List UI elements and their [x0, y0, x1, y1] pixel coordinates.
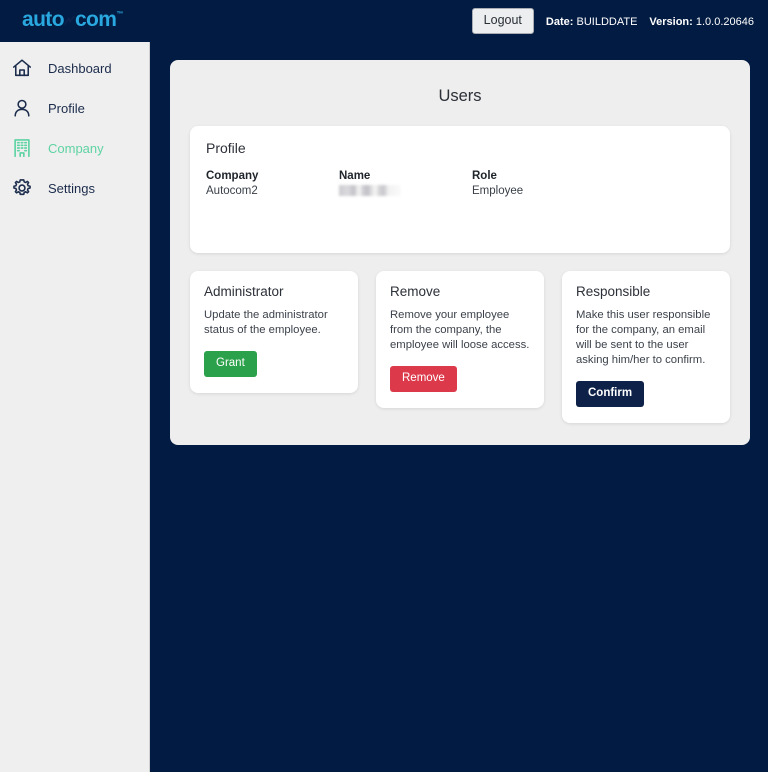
logo-text-prefix: auto: [22, 8, 65, 31]
build-info: Date: BUILDDATE Version: 1.0.0.20646: [546, 15, 754, 28]
version-label: Version:: [649, 15, 693, 28]
field-value: Autocom2: [206, 185, 258, 197]
version-info: Version: 1.0.0.20646: [649, 16, 754, 28]
sidebar-item-profile[interactable]: Profile: [0, 88, 149, 128]
date-info: Date: BUILDDATE: [546, 16, 638, 28]
logo-trademark: ™: [116, 11, 123, 18]
card-title: Remove: [390, 284, 441, 299]
field-value: Employee: [472, 185, 524, 197]
profile-field-company: Company Autocom2: [206, 170, 339, 197]
responsible-card: Responsible Make this user responsible f…: [562, 271, 730, 424]
main-content: Users Profile Company Autocom2 Name Role…: [150, 42, 768, 772]
redacted-name-block: [339, 185, 401, 197]
profile-card: Profile Company Autocom2 Name Role Emplo…: [190, 126, 730, 253]
field-label: Role: [472, 170, 497, 182]
sidebar-item-label: Profile: [48, 100, 85, 116]
sidebar-item-label: Dashboard: [48, 60, 112, 76]
logo-text-suffix: com: [74, 8, 117, 31]
home-icon: [10, 56, 34, 80]
gear-icon: [10, 176, 34, 200]
sidebar-item-dashboard[interactable]: Dashboard: [0, 48, 149, 88]
sidebar-navigation: Dashboard Profile Company Settings: [0, 42, 150, 772]
page-title: Users: [438, 87, 482, 105]
autocom-logo[interactable]: auto com ™: [22, 9, 123, 30]
profile-card-heading: Profile: [206, 140, 246, 156]
sidebar-item-settings[interactable]: Settings: [0, 168, 149, 208]
field-label: Name: [339, 170, 371, 182]
version-value: 1.0.0.20646: [695, 15, 754, 28]
header-right-group: Logout Date: BUILDDATE Version: 1.0.0.20…: [471, 0, 754, 42]
sidebar-item-label: Company: [48, 140, 104, 156]
application-window: auto com ™ Logout Date: BUILDDATE Versio…: [0, 0, 768, 772]
profile-field-name: Name: [339, 170, 472, 197]
user-icon: [10, 96, 34, 120]
field-value-redacted: [339, 185, 472, 197]
card-description: Remove your employee from the company, t…: [390, 309, 530, 351]
sidebar-item-company[interactable]: Company: [0, 128, 149, 168]
card-description: Update the administrator status of the e…: [204, 309, 328, 336]
date-value: BUILDDATE: [576, 15, 638, 28]
sidebar-item-label: Settings: [48, 180, 95, 196]
date-label: Date:: [545, 15, 574, 28]
building-icon: [10, 136, 34, 160]
remove-card: Remove Remove your employee from the com…: [376, 271, 544, 409]
bolt-icon: [64, 11, 75, 32]
grant-button[interactable]: Grant: [204, 351, 257, 378]
confirm-button[interactable]: Confirm: [576, 381, 645, 408]
field-label: Company: [206, 170, 259, 182]
logout-button[interactable]: Logout: [471, 8, 534, 34]
top-header-bar: auto com ™ Logout Date: BUILDDATE Versio…: [0, 0, 768, 42]
card-title: Administrator: [204, 284, 284, 299]
profile-fields-row: Company Autocom2 Name Role Employee: [206, 170, 714, 197]
administrator-card: Administrator Update the administrator s…: [190, 271, 358, 394]
users-panel: Users Profile Company Autocom2 Name Role…: [170, 60, 750, 446]
card-title: Responsible: [576, 284, 651, 299]
card-description: Make this user responsible for the compa…: [576, 309, 711, 366]
remove-button[interactable]: Remove: [390, 366, 457, 393]
action-cards-row: Administrator Update the administrator s…: [190, 271, 730, 424]
profile-field-role: Role Employee: [472, 170, 605, 197]
